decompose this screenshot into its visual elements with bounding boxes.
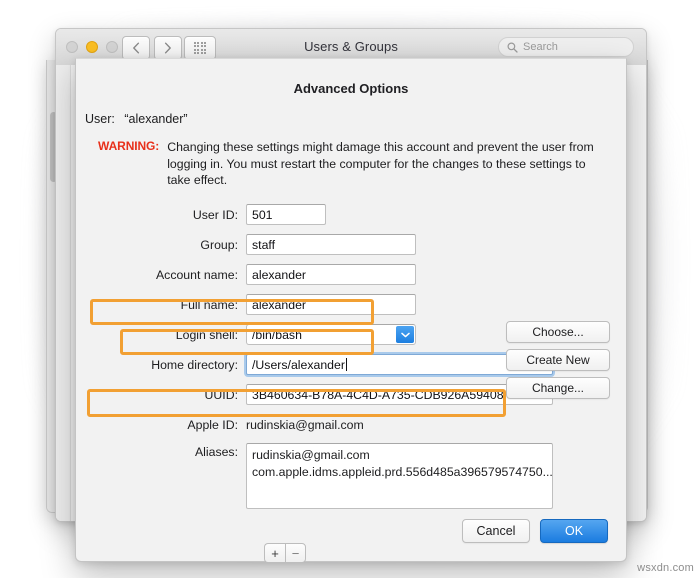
chevron-down-icon (396, 326, 414, 343)
full-name-label: Full name: (180, 297, 238, 312)
dialog-title: Advanced Options (293, 81, 409, 96)
account-name-row: Account name: alexander (76, 263, 626, 287)
apple-id-label: Apple ID: (187, 417, 238, 432)
aliases-row: Aliases: rudinskia@gmail.com com.apple.i… (76, 442, 626, 509)
alias-item: com.apple.idms.appleid.prd.556d485a39657… (252, 464, 553, 479)
screenshot-stage: Users & Groups Search Advanced Options U… (0, 0, 700, 578)
user-id-row: User ID: 501 (76, 203, 626, 227)
warning-text: Changing these settings might damage thi… (167, 140, 594, 187)
full-name-row: Full name: alexander (76, 293, 626, 317)
aliases-list[interactable]: rudinskia@gmail.com com.apple.idms.apple… (246, 442, 553, 509)
user-label: User: (85, 112, 115, 126)
create-new-button[interactable]: Create New (506, 349, 610, 371)
user-id-input[interactable]: 501 (246, 204, 326, 225)
search-field[interactable]: Search (498, 37, 634, 57)
ok-button[interactable]: OK (540, 519, 608, 543)
choose-button[interactable]: Choose... (506, 321, 610, 343)
alias-controls: + − (264, 543, 306, 563)
apple-id-value: rudinskia@gmail.com (246, 417, 364, 432)
home-directory-label: Home directory: (151, 357, 238, 372)
warning-label: WARNING: (98, 139, 160, 153)
change-button[interactable]: Change... (506, 377, 610, 399)
cancel-button[interactable]: Cancel (462, 519, 530, 543)
user-id-label: User ID: (192, 207, 238, 222)
search-icon (507, 42, 518, 53)
login-shell-value: /bin/bash (252, 327, 302, 342)
dialog-footer: Cancel OK (462, 519, 608, 543)
group-row: Group: staff (76, 233, 626, 257)
advanced-options-dialog: Advanced Options User: “alexander” WARNI… (75, 58, 627, 563)
account-name-input[interactable]: alexander (246, 264, 416, 285)
alias-item: rudinskia@gmail.com (252, 447, 370, 462)
remove-alias-button[interactable]: − (285, 543, 306, 563)
user-line: User: “alexander” (76, 112, 626, 126)
add-alias-button[interactable]: + (264, 543, 285, 563)
apple-id-row: Apple ID: rudinskia@gmail.com (76, 413, 626, 437)
home-directory-value: /Users/alexander (252, 357, 345, 372)
group-label: Group: (200, 237, 238, 252)
search-placeholder: Search (523, 41, 558, 53)
full-name-input[interactable]: alexander (246, 294, 416, 315)
watermark: wsxdn.com (637, 562, 694, 574)
account-name-label: Account name: (155, 267, 238, 282)
aliases-label: Aliases: (194, 444, 238, 459)
login-shell-dropdown[interactable]: /bin/bash (246, 324, 416, 345)
text-cursor (345, 358, 347, 371)
uuid-label: UUID: (204, 387, 238, 402)
group-input[interactable]: staff (246, 234, 416, 255)
user-value: “alexander” (124, 112, 188, 126)
warning-row: WARNING: Changing these settings might d… (76, 139, 626, 189)
login-shell-label: Login shell: (175, 327, 238, 342)
window-content-sidebar (56, 65, 71, 521)
